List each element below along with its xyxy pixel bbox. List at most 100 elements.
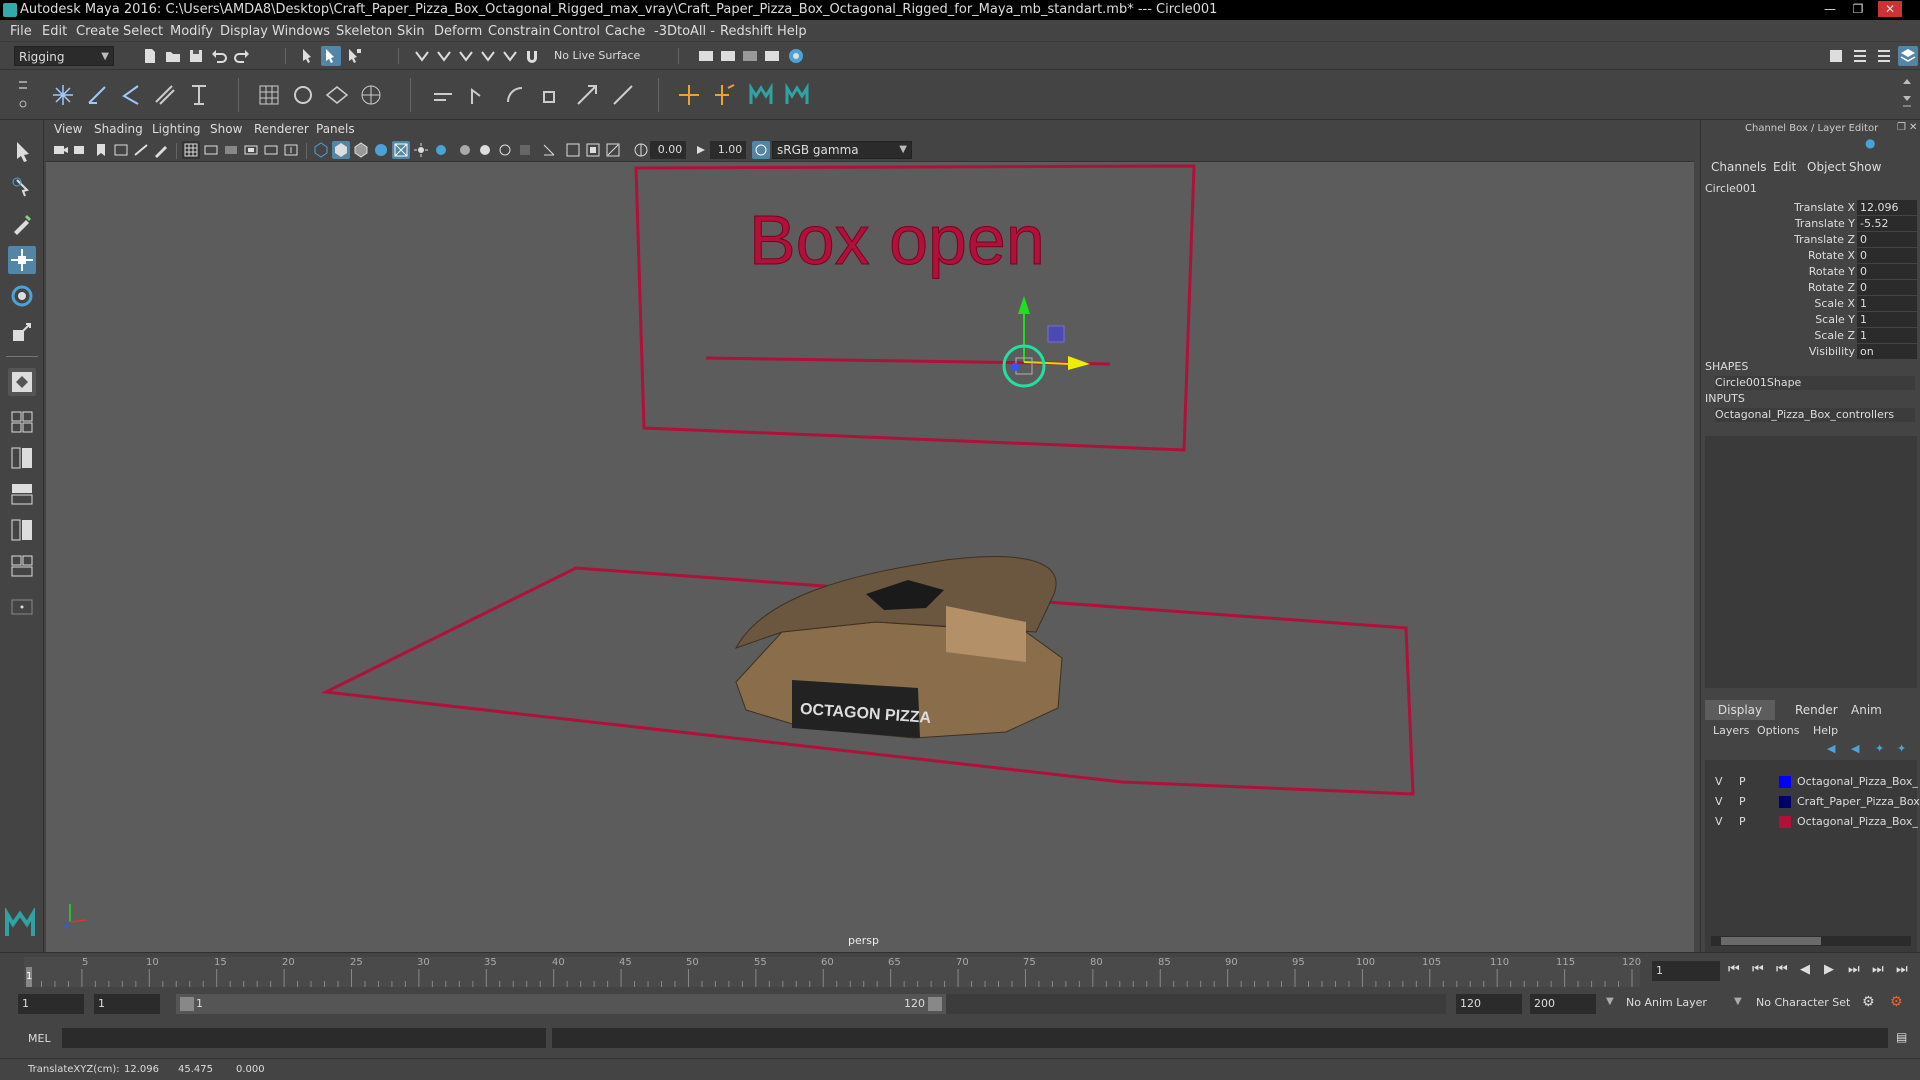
field-chart-icon[interactable] [262,141,280,159]
persp-graph-layout-icon[interactable] [8,480,36,508]
layers-menu-options[interactable]: Options [1757,724,1799,737]
layer-tab-render[interactable]: Render [1795,703,1838,717]
gate-mask-icon[interactable] [242,141,260,159]
menu-select[interactable]: Select [123,24,163,39]
menu-modify[interactable]: Modify [170,24,213,39]
snap-point-icon[interactable] [456,46,476,66]
ambient-occlusion-icon[interactable] [432,141,450,159]
ik-handle-icon[interactable] [84,82,110,108]
layer-playback-toggle[interactable]: P [1739,792,1746,812]
image-plane-icon[interactable] [112,141,130,159]
tool-settings-toggle-icon[interactable] [1850,46,1870,66]
blend-shape-icon[interactable] [324,82,350,108]
animation-start-field[interactable]: 1 [18,994,84,1014]
new-layer-selected-icon[interactable]: ✦ [1897,742,1906,755]
viewport-menu-shading[interactable]: Shading [94,122,143,136]
layer-playback-toggle[interactable]: P [1739,812,1746,832]
auto-key-icon[interactable]: ⚙ [1862,994,1875,1010]
pole-vector-icon[interactable] [610,82,636,108]
menu-constrain[interactable]: Constrain [488,24,550,39]
xray-components-icon[interactable] [516,141,534,159]
camera-attributes-icon[interactable] [72,141,90,159]
magnet-icon[interactable] [522,46,542,66]
step-back-key-icon[interactable]: ⏮ [1776,962,1788,977]
gamma-icon[interactable] [692,141,710,159]
layer-name[interactable]: Octagonal_Pizza_Box_ [1797,772,1918,792]
open-scene-icon[interactable] [163,46,183,66]
new-layer-icon[interactable]: ✦ [1875,742,1884,755]
go-to-start-icon[interactable]: ⏮ [1728,962,1740,977]
input-node[interactable]: Octagonal_Pizza_Box_controllers [1715,408,1915,422]
playback-end-field[interactable]: 120 [1456,994,1522,1014]
layer-list-scrollbar[interactable] [1711,936,1911,946]
snap-grid-icon[interactable] [412,46,432,66]
shadows-icon[interactable] [412,141,430,159]
layer-visibility-toggle[interactable]: V [1715,812,1723,832]
layer-visibility-toggle[interactable]: V [1715,772,1723,792]
grid-toggle-icon[interactable] [182,141,200,159]
save-scene-icon[interactable] [186,46,206,66]
range-start-handle[interactable] [180,997,194,1011]
viewport-menu-lighting[interactable]: Lighting [152,122,201,136]
playback-start-field[interactable]: 1 [94,994,160,1014]
wireframe-on-shaded-icon[interactable] [352,141,370,159]
layer-name[interactable]: Craft_Paper_Pizza_Box [1797,792,1920,812]
snap-curve-icon[interactable] [434,46,454,66]
snap-view-plane-icon[interactable] [478,46,498,66]
maximize-button[interactable]: ❐ [1846,1,1870,17]
channel-translate-z[interactable]: Translate Z0 [1701,232,1920,248]
channel-value[interactable]: 0 [1857,264,1917,279]
minimize-button[interactable]: — [1818,1,1842,17]
layers-menu-layers[interactable]: Layers [1713,724,1749,737]
parent-constraint-icon[interactable] [430,82,456,108]
textured-icon[interactable] [372,141,390,159]
select-camera-icon[interactable] [52,141,70,159]
film-gate-icon[interactable] [202,141,220,159]
multisample-aa-icon[interactable] [564,141,582,159]
paint-weights-icon[interactable] [186,82,212,108]
maya-logo-tool-2-icon[interactable] [784,82,810,108]
viewport-menu-renderer[interactable]: Renderer [254,122,309,136]
layers-menu-help[interactable]: Help [1813,724,1838,737]
screen-space-ao-icon[interactable] [584,141,602,159]
menu-edit[interactable]: Edit [42,24,67,39]
channel-rotate-x[interactable]: Rotate X0 [1701,248,1920,264]
channel-scale-y[interactable]: Scale Y1 [1701,312,1920,328]
viewport-menu-show[interactable]: Show [210,122,242,136]
render-settings-icon[interactable] [762,46,782,66]
time-slider[interactable]: 5 10 15 20 25 30 35 40 45 50 55 60 65 70… [0,952,1920,990]
wireframe-icon[interactable] [312,141,330,159]
snap-live-icon[interactable] [500,46,520,66]
channel-value[interactable]: -5.52 [1857,216,1917,231]
frame-selection-icon[interactable] [540,141,558,159]
step-forward-key-icon[interactable]: ⏭ [1848,962,1860,977]
menu-redshift[interactable]: Redshift [720,24,773,39]
scale-tool-icon[interactable] [8,318,36,346]
layer-row[interactable]: V P Craft_Paper_Pizza_Box [1709,792,1920,812]
maya-logo-tool-icon[interactable] [748,82,774,108]
joint-tool-icon[interactable] [50,82,76,108]
channel-scale-x[interactable]: Scale X1 [1701,296,1920,312]
move-layer-up-icon[interactable]: ◀ [1827,742,1835,755]
motion-blur-icon[interactable] [604,141,622,159]
channel-box-toggle-icon[interactable] [1874,46,1894,66]
go-to-end-icon[interactable]: ⏭ [1896,962,1908,977]
exposure-icon[interactable] [632,141,650,159]
menuset-dropdown[interactable]: Rigging ▼ [14,46,114,66]
select-tool-icon[interactable] [8,138,36,166]
lattice-icon[interactable] [256,82,282,108]
aim-constraint-icon[interactable] [574,82,600,108]
current-frame-field[interactable]: 1 [1652,961,1720,981]
menu-deform[interactable]: Deform [434,24,482,39]
layer-visibility-toggle[interactable]: V [1715,792,1723,812]
layer-tab-anim[interactable]: Anim [1851,703,1882,717]
smooth-shade-icon[interactable] [332,141,350,159]
command-input[interactable] [62,1028,546,1048]
rotate-tool-icon[interactable] [8,282,36,310]
color-management-icon[interactable] [752,141,770,159]
play-forwards-icon[interactable]: ▶ [1824,962,1834,977]
ik-spline-icon[interactable] [118,82,144,108]
character-set-label[interactable]: No Character Set [1756,996,1850,1009]
render-view-icon[interactable] [696,46,716,66]
script-editor-icon[interactable]: ▤ [1896,1030,1907,1044]
